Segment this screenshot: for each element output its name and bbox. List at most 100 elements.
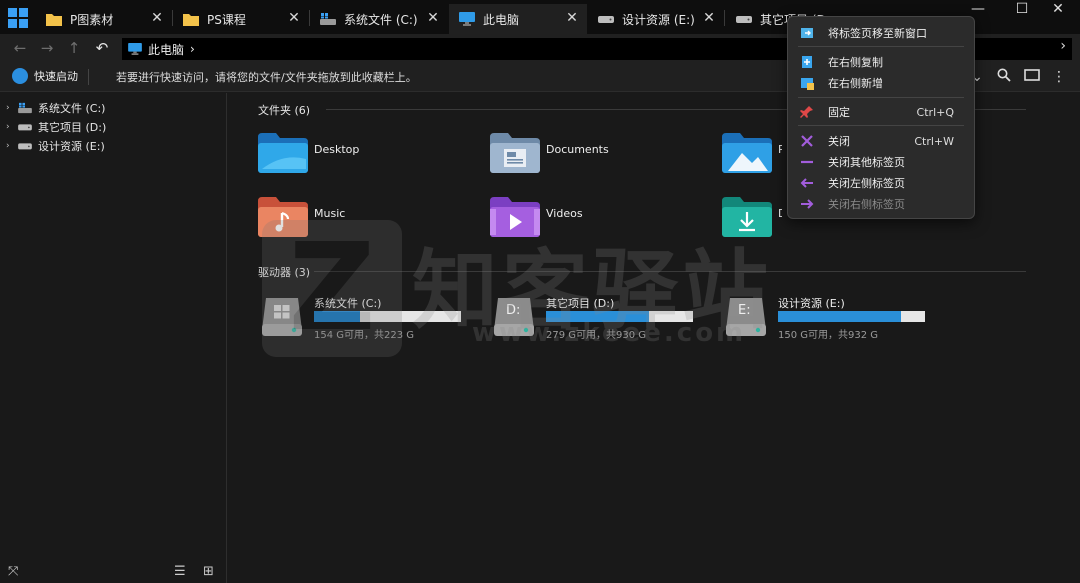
drive-free-space: 279 G可用，共930 G [546,330,647,341]
close-icon [801,135,813,147]
downloads-folder-icon [722,197,772,237]
monitor-icon [459,12,475,26]
quick-launch-label: 快速启动 [34,70,78,83]
sidebar-item-label: 系统文件 (C:) [38,102,106,115]
tab-label: P图素材 [70,12,114,27]
tab-this-pc[interactable]: 此电脑 ✕ [449,4,587,34]
new-tab-icon [801,78,814,90]
menu-shortcut: Ctrl+W [914,134,954,148]
back-button[interactable]: ← [10,38,30,58]
refresh-button[interactable]: ↶ [92,38,112,58]
tab-system-c[interactable]: 系统文件 (C:) ✕ [310,4,448,34]
menu-item-label: 关闭其他标签页 [828,156,905,169]
sidebar-item-design-e[interactable]: › 设计资源 (E:) [6,137,105,155]
folder-icon [183,14,199,26]
drive-other-d[interactable]: D: 其它项目 (D:) 279 G可用，共930 G [492,294,724,344]
close-icon[interactable]: ✕ [287,11,301,25]
pin-icon [800,106,813,118]
new-window-icon [801,28,813,38]
section-title: 驱动器 (3) [258,266,311,279]
chevron-right-icon[interactable]: › [190,42,195,56]
tab-p-images[interactable]: P图素材 ✕ [36,4,172,34]
videos-folder-icon [490,197,540,237]
tab-context-menu: 将标签页移至新窗口 在右侧复制 在右侧新增 固定 Ctrl+Q 关闭 Ctrl+… [787,16,975,219]
chevron-right-icon[interactable]: › [6,103,16,113]
section-title: 文件夹 (6) [258,104,311,117]
indent-icon[interactable]: ☰ [174,564,186,579]
drive-icon [18,143,32,150]
sidebar-item-other-d[interactable]: › 其它项目 (D:) [6,118,106,136]
close-icon[interactable]: ✕ [426,11,440,25]
menu-item-label: 关闭右侧标签页 [828,198,905,211]
close-icon[interactable]: ✕ [150,11,164,25]
arrow-right-icon [801,199,814,209]
menu-item-close-left[interactable]: 关闭左侧标签页 [792,173,970,193]
chevron-right-icon[interactable]: › [1060,38,1066,54]
folder-name: Music [314,207,346,220]
music-folder-icon [258,197,308,237]
quick-launch-button[interactable]: 快速启动 [12,68,78,84]
menu-item-close-right[interactable]: 关闭右侧标签页 [792,194,970,214]
menu-item-close-others[interactable]: 关闭其他标签页 [792,152,970,172]
menu-item-move-to-new-window[interactable]: 将标签页移至新窗口 [792,23,970,43]
separator [88,69,89,85]
windows-logo-icon[interactable] [8,8,28,28]
menu-item-duplicate-right[interactable]: 在右侧复制 [792,52,970,72]
drive-usage-fill [546,311,649,322]
menu-separator [798,46,964,47]
menu-item-close[interactable]: 关闭 Ctrl+W [792,131,970,151]
close-icon[interactable]: ✕ [702,11,716,25]
forward-button[interactable]: → [37,38,57,58]
more-options-icon[interactable]: ⋮ [1050,68,1068,86]
drive-name: 系统文件 (C:) [314,297,382,310]
drive-usage-bar [314,311,461,322]
sidebar-item-label: 其它项目 (D:) [38,121,107,134]
arrow-left-icon [800,178,813,188]
drive-letter: D: [506,303,521,318]
drive-usage-fill [778,311,902,322]
folder-name: Documents [546,143,609,156]
tab-label: 设计资源 (E:) [622,12,695,27]
folder-desktop[interactable]: Desktop [258,133,488,183]
menu-separator [798,97,964,98]
close-icon[interactable]: ✕ [565,11,579,25]
monitor-icon [128,43,142,55]
chevron-right-icon[interactable]: › [6,122,16,132]
folder-name: Pi [778,143,782,156]
tab-ps-course[interactable]: PS课程 ✕ [173,4,309,34]
menu-item-label: 固定 [828,106,850,119]
menu-item-pin[interactable]: 固定 Ctrl+Q [792,102,970,122]
tab-design-e[interactable]: 设计资源 (E:) ✕ [588,4,724,34]
view-toggle-icon[interactable] [1023,68,1041,86]
up-button[interactable]: ↑ [64,38,84,58]
drives-section-header[interactable]: 驱动器 (3) [258,264,310,280]
folder-name: Videos [546,207,583,220]
close-window-button[interactable]: ✕ [1036,0,1080,20]
chevron-right-icon[interactable]: › [6,141,16,151]
tree-view-icon[interactable]: ⊞ [203,564,214,579]
search-icon[interactable] [995,68,1013,86]
quick-launch-icon [12,68,28,84]
drive-system-c[interactable]: 系统文件 (C:) 154 G可用，共223 G [260,294,492,344]
drive-design-e[interactable]: E: 设计资源 (E:) 150 G可用，共932 G [724,294,956,344]
folder-pictures[interactable]: Pi [722,133,782,183]
duplicate-icon [802,56,812,68]
tab-label: 系统文件 (C:) [344,12,418,27]
desktop-folder-icon [258,133,308,173]
menu-separator [798,125,964,126]
folder-name: Desktop [314,143,360,156]
folder-music[interactable]: Music [258,197,488,247]
drive-letter: E: [738,303,751,318]
drive-name: 其它项目 (D:) [546,297,615,310]
drive-free-space: 154 G可用，共223 G [314,330,415,341]
folder-videos[interactable]: Videos [490,197,720,247]
sidebar-item-system-c[interactable]: › 系统文件 (C:) [6,99,105,117]
folders-section-header[interactable]: 文件夹 (6) [258,102,310,118]
sidebar-item-label: 设计资源 (E:) [38,140,105,153]
folder-documents[interactable]: Documents [490,133,720,183]
menu-item-new-right[interactable]: 在右侧新增 [792,73,970,93]
menu-shortcut: Ctrl+Q [916,105,954,119]
sidebar: › 系统文件 (C:) › 其它项目 (D:) › 设计资源 (E:) ⤧ ☰ … [0,93,227,583]
folder-downloads[interactable]: Do [722,197,782,247]
collapse-all-icon[interactable]: ⤧ [8,564,18,579]
